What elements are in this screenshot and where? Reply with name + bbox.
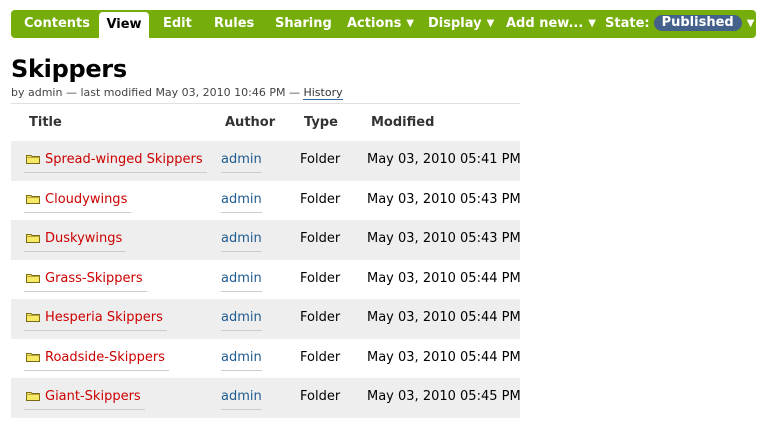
row-author-cell: admin xyxy=(221,350,262,371)
row-title-cell: Giant-Skippers xyxy=(24,389,145,410)
actions-menu-label: Actions xyxy=(347,16,402,31)
chevron-down-icon: ▼ xyxy=(588,18,596,29)
row-title-cell: Roadside-Skippers xyxy=(24,350,169,371)
folder-title: Roadside-Skippers xyxy=(45,349,165,365)
table-row: Spread-winged Skippers admin Folder May 03,… xyxy=(11,141,521,181)
actions-menu[interactable]: Actions ▼ xyxy=(347,10,414,38)
row-type: Folder xyxy=(300,191,341,207)
author-link[interactable]: admin xyxy=(221,192,262,213)
row-modified: May 03, 2010 05:44 PM xyxy=(367,310,521,325)
row-title-cell: Cloudywings xyxy=(24,191,132,213)
state-menu[interactable]: State: Published ▼ xyxy=(605,10,754,38)
folder-icon xyxy=(26,153,40,164)
row-author-cell: admin xyxy=(221,389,262,410)
row-type: Folder xyxy=(300,389,341,404)
state-label: State: xyxy=(605,16,650,31)
history-link[interactable]: History xyxy=(303,86,343,100)
column-header-title[interactable]: Title xyxy=(29,115,62,130)
folder-icon xyxy=(26,311,40,322)
author-link[interactable]: admin xyxy=(221,310,262,331)
folder-icon xyxy=(26,193,40,204)
table-row: Duskywings admin Folder May 03, 2010 05:43 … xyxy=(11,220,521,260)
folder-link[interactable]: Cloudywings xyxy=(24,191,132,213)
row-title-cell: Grass-Skippers xyxy=(24,271,147,292)
row-modified: May 03, 2010 05:43 PM xyxy=(367,231,521,246)
folder-title: Spread-winged Skippers xyxy=(45,152,203,167)
table-body: Spread-winged Skippers admin Folder May 03,… xyxy=(11,141,521,418)
row-type: Folder xyxy=(300,310,341,325)
folder-title: Duskywings xyxy=(45,231,123,246)
folder-icon xyxy=(26,390,40,401)
table-row: Roadside-Skippers admin Folder May 03, 2010… xyxy=(11,339,521,379)
row-modified: May 03, 2010 05:41 PM xyxy=(367,152,521,167)
row-title-cell: Duskywings xyxy=(24,231,127,252)
row-modified: May 03, 2010 05:44 PM xyxy=(367,349,521,365)
display-menu[interactable]: Display ▼ xyxy=(428,10,494,38)
folder-title: Giant-Skippers xyxy=(45,389,141,404)
folder-title: Hesperia Skippers xyxy=(45,310,163,325)
folder-title: Cloudywings xyxy=(45,191,128,207)
folder-link[interactable]: Roadside-Skippers xyxy=(24,350,169,371)
chevron-down-icon: ▼ xyxy=(406,18,415,29)
folder-link[interactable]: Spread-winged Skippers xyxy=(24,152,207,173)
author-link[interactable]: admin xyxy=(221,389,262,410)
table-header: Title Author Type Modified xyxy=(11,104,520,141)
row-author-cell: admin xyxy=(221,152,262,173)
chevron-down-icon: ▼ xyxy=(486,18,495,29)
folder-link[interactable]: Giant-Skippers xyxy=(24,389,145,410)
folder-link[interactable]: Hesperia Skippers xyxy=(24,310,167,331)
row-type: Folder xyxy=(300,231,341,246)
row-author-cell: admin xyxy=(221,231,262,252)
author-link[interactable]: admin xyxy=(221,350,262,371)
chevron-down-icon: ▼ xyxy=(746,18,755,29)
folder-icon xyxy=(26,232,40,243)
row-author-cell: admin xyxy=(221,271,262,292)
tab-view[interactable]: View xyxy=(99,12,149,38)
tab-contents[interactable]: Contents xyxy=(24,10,90,38)
row-modified: May 03, 2010 05:44 PM xyxy=(367,270,521,286)
folder-icon xyxy=(26,351,40,362)
row-title-cell: Spread-winged Skippers xyxy=(24,152,207,173)
tab-edit[interactable]: Edit xyxy=(163,10,192,38)
folder-listing-table: Title Author Type Modified Spread-winged… xyxy=(11,104,521,418)
row-type: Folder xyxy=(300,349,341,365)
folder-link[interactable]: Grass-Skippers xyxy=(24,271,147,292)
column-header-type[interactable]: Type xyxy=(304,115,338,130)
add-new-menu-label: Add new... xyxy=(506,16,584,31)
row-type: Folder xyxy=(300,270,341,286)
author-link[interactable]: admin xyxy=(221,152,262,173)
row-title-cell: Hesperia Skippers xyxy=(24,310,167,331)
folder-title: Grass-Skippers xyxy=(45,270,143,286)
tab-sharing[interactable]: Sharing xyxy=(275,10,332,38)
row-type: Folder xyxy=(300,152,341,167)
author-link[interactable]: admin xyxy=(221,271,262,292)
column-header-author[interactable]: Author xyxy=(225,115,275,130)
row-modified: May 03, 2010 05:45 PM xyxy=(367,389,521,404)
folder-icon xyxy=(26,272,40,283)
byline-text: by admin — last modified May 03, 2010 10… xyxy=(11,86,300,99)
table-row: Hesperia Skippers admin Folder May 03, 2010… xyxy=(11,299,521,339)
row-author-cell: admin xyxy=(221,192,262,213)
table-row: Giant-Skippers admin Folder May 03, 2010 05… xyxy=(11,378,521,418)
add-new-menu[interactable]: Add new... ▼ xyxy=(506,10,596,38)
state-badge: Published xyxy=(653,15,742,31)
author-link[interactable]: admin xyxy=(221,231,262,252)
document-byline: by admin — last modified May 03, 2010 10… xyxy=(11,86,343,100)
row-modified: May 03, 2010 05:43 PM xyxy=(367,191,521,207)
table-row: Cloudywings admin Folder May 03, 2010 05:43… xyxy=(11,181,521,221)
column-header-modified[interactable]: Modified xyxy=(371,115,434,130)
tab-rules[interactable]: Rules xyxy=(214,10,254,38)
edit-bar: Contents View Edit Rules Sharing Actions… xyxy=(11,10,756,38)
display-menu-label: Display xyxy=(428,16,482,31)
folder-link[interactable]: Duskywings xyxy=(24,231,127,252)
page-title: Skippers xyxy=(11,55,127,83)
row-author-cell: admin xyxy=(221,310,262,331)
table-row: Grass-Skippers admin Folder May 03, 2010 05… xyxy=(11,260,521,300)
page: Contents View Edit Rules Sharing Actions… xyxy=(0,0,765,426)
